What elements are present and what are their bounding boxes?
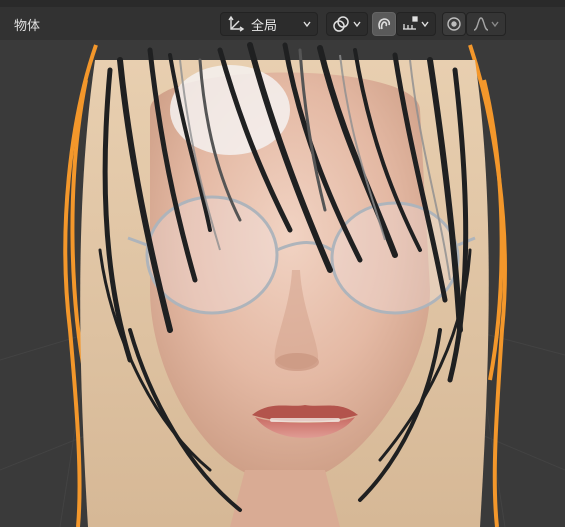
header-top-strip: [0, 0, 565, 7]
pivot-link-icon: [332, 15, 350, 33]
snap-target-dropdown[interactable]: [396, 12, 436, 36]
object-mode-label[interactable]: 物体: [14, 15, 40, 34]
pivot-point-dropdown[interactable]: [326, 12, 368, 36]
chevron-down-icon: [490, 19, 500, 29]
chevron-down-icon: [302, 19, 312, 29]
falloff-dropdown[interactable]: [466, 12, 506, 36]
chevron-down-icon: [420, 19, 430, 29]
proportional-editing-toggle[interactable]: [442, 12, 466, 36]
transform-axes-icon: [227, 15, 245, 33]
transform-orientation-dropdown[interactable]: 全局: [220, 12, 318, 36]
falloff-curve-icon: [472, 15, 490, 33]
viewport-header: 物体 全局: [0, 0, 565, 40]
proportional-editing-icon: [446, 16, 462, 32]
chevron-down-icon: [352, 19, 362, 29]
magnet-snap-icon: [376, 16, 392, 32]
snap-increment-icon: [401, 15, 419, 33]
transform-orientation-value: 全局: [251, 18, 278, 34]
snap-toggle-button[interactable]: [372, 12, 396, 36]
3d-viewport[interactable]: [0, 0, 565, 527]
